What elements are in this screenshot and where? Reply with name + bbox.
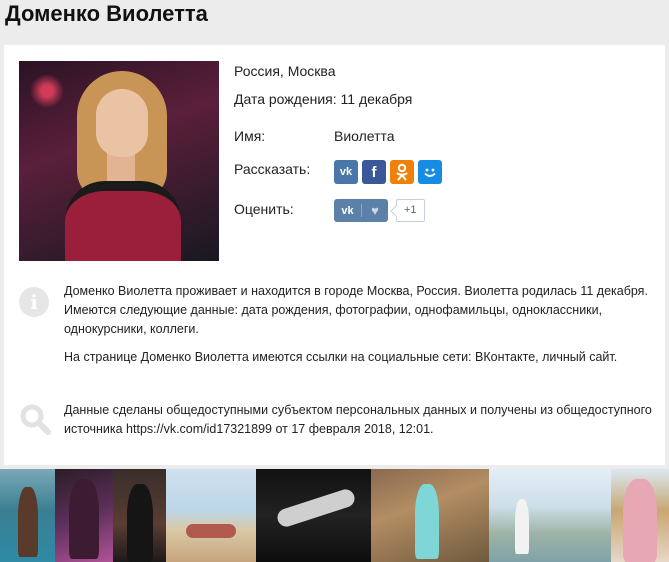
info-icon: i — [19, 287, 49, 317]
photo-strip — [0, 469, 669, 562]
name-label: Имя: — [234, 128, 266, 144]
mailru-icon — [424, 168, 436, 177]
profile-card: Россия, Москва Дата рождения: 11 декабря… — [4, 45, 665, 465]
profile-photo[interactable] — [19, 61, 219, 261]
photo-thumbnail[interactable] — [55, 469, 113, 562]
photo-thumbnail[interactable] — [256, 469, 371, 562]
photo-dress — [65, 181, 181, 261]
page-title: Доменко Виолетта — [5, 1, 208, 26]
birthday-text: Дата рождения: 11 декабря — [234, 91, 413, 107]
share-vk-button[interactable]: vk — [334, 160, 358, 184]
photo-thumbnail[interactable] — [166, 469, 256, 562]
photo-face — [96, 89, 148, 157]
odnoklassniki-icon — [396, 163, 408, 181]
rate-label: Оценить: — [234, 201, 294, 217]
photo-thumbnail[interactable] — [611, 469, 669, 562]
photo-thumbnail[interactable] — [489, 469, 611, 562]
photo-thumbnail[interactable] — [113, 469, 166, 562]
thumbnail-figure — [415, 484, 439, 559]
share-label: Рассказать: — [234, 161, 311, 177]
thumbnail-figure — [515, 499, 529, 554]
source-paragraph: Данные сделаны общедоступными субъектом … — [64, 403, 652, 436]
search-icon — [20, 404, 51, 435]
thumbnail-figure — [186, 524, 236, 538]
heart-icon: ♥ — [371, 203, 379, 218]
thumbnail-figure — [623, 479, 657, 562]
name-value: Виолетта — [334, 128, 395, 144]
thumbnail-figure — [18, 487, 38, 557]
share-odnoklassniki-button[interactable] — [390, 160, 414, 184]
thumbnail-figure — [275, 487, 357, 529]
thumbnail-figure — [69, 479, 99, 559]
thumbnail-figure — [127, 484, 153, 562]
vk-icon: vk — [339, 166, 353, 178]
photo-thumbnail[interactable] — [371, 469, 489, 562]
photo-thumbnail[interactable] — [0, 469, 55, 562]
about-paragraph: Доменко Виолетта проживает и находится в… — [64, 284, 648, 336]
share-mailru-button[interactable] — [418, 160, 442, 184]
social-links-paragraph: На странице Доменко Виолетта имеются ссы… — [64, 350, 618, 364]
like-count: +1 — [396, 199, 425, 222]
photo-background — [27, 71, 67, 111]
share-facebook-button[interactable]: f — [362, 160, 386, 184]
vk-like-button[interactable]: vk ♥ — [334, 199, 388, 222]
vk-icon: vk — [341, 204, 354, 217]
location-text: Россия, Москва — [234, 63, 336, 79]
facebook-icon: f — [371, 163, 377, 181]
